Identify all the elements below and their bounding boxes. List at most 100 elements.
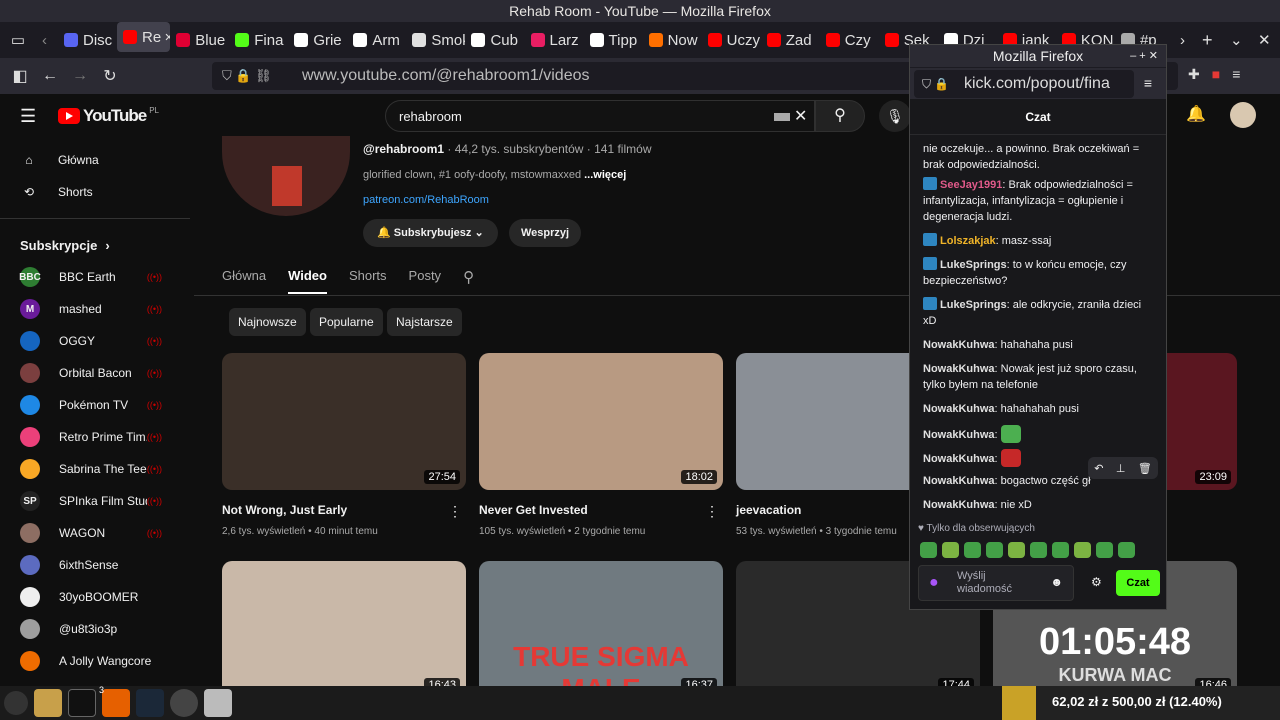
support-button[interactable]: Wesprzyj [509,219,582,247]
delete-icon[interactable]: 🗑 [1138,462,1152,475]
pin-icon[interactable]: ⊥ [1116,462,1126,475]
browser-tab[interactable]: Grie [288,22,347,58]
tab-videos[interactable]: Wideo [288,268,327,294]
browser-tab[interactable]: Zad [761,22,820,58]
emote-icon[interactable] [986,542,1003,558]
chat-message[interactable]: nie oczekuje... a powinno. Brak oczekiwa… [923,141,1153,173]
window-controls-icon[interactable]: – + ✕ [1130,45,1158,67]
video-title[interactable]: Never Get Invested [479,503,723,517]
sidebar-item-subscription[interactable]: 6ixthSense [0,549,190,581]
microphone-icon[interactable]: ● [929,574,939,592]
browser-tab[interactable]: Now [643,22,702,58]
youtube-logo[interactable]: YouTube PL [58,106,159,126]
chat-username[interactable]: NowakKuhwa [923,499,995,511]
clear-search-icon[interactable]: ✕ [794,106,807,126]
chip-oldest[interactable]: Najstarsze [387,308,462,336]
addon-icon[interactable]: ■ [1212,66,1220,83]
new-tab-icon[interactable]: + [1196,22,1224,58]
browser-tab[interactable]: Czy [820,22,879,58]
chat-username[interactable]: NowakKuhwa [923,363,995,375]
chat-message[interactable]: LukeSprings: ale odkrycie, zraniła dziec… [923,297,1153,329]
browser-tab[interactable]: Blue [170,22,229,58]
browser-tab[interactable]: Disc [58,22,117,58]
chat-message[interactable]: SeeJay1991: Brak odpowiedzialności = inf… [923,177,1153,225]
emote-icon[interactable] [942,542,959,558]
close-window-icon[interactable]: ✕ [1252,22,1280,58]
chat-message[interactable]: NowakKuhwa: Nowak jest już sporo czasu, … [923,361,1153,393]
channel-link[interactable]: patreon.com/RehabRoom [363,194,489,206]
emote-icon[interactable] [1096,542,1113,558]
video-card[interactable]: 18:02 Never Get Invested ⋮ 105 tys. wyświet… [479,353,723,537]
chat-message[interactable]: LukeSprings: to w końcu emocje, czy bezp… [923,257,1153,289]
emoji-icon[interactable]: ☻ [1050,575,1063,589]
sidebar-item-subscription[interactable]: @u8t3io3p [0,613,190,645]
chat-username[interactable]: NowakKuhwa [923,429,995,441]
calculator-icon[interactable] [204,689,232,717]
video-title[interactable]: Not Wrong, Just Early [222,503,466,517]
chat-message[interactable]: NowakKuhwa: [923,425,1153,443]
sidebar-item-subscription[interactable]: BBC BBC Earth ((•)) [0,261,190,293]
back-icon[interactable]: ← [35,67,65,85]
browser-tab[interactable]: Re ✕ [117,22,171,52]
chat-message[interactable]: NowakKuhwa: nie xD [923,497,1153,513]
sidebar-item-subscription[interactable]: Orbital Bacon ((•)) [0,357,190,389]
terminal-icon[interactable] [68,689,96,717]
voice-search-icon[interactable]: 🎙 [879,100,911,132]
chat-username[interactable]: LukeSprings [940,259,1007,271]
tab-shorts[interactable]: Shorts [349,268,387,294]
browser-tab[interactable]: Smoke [406,22,465,58]
chat-message[interactable]: NowakKuhwa: hahahaha pusi [923,337,1153,353]
browser-tab[interactable]: Fina [229,22,288,58]
keyboard-icon[interactable] [774,113,790,121]
video-card[interactable]: 27:54 Not Wrong, Just Early ⋮ 2,6 tys. wyśw… [222,353,466,537]
tab-home[interactable]: Główna [222,268,266,294]
reply-icon[interactable]: ↶ [1094,462,1103,475]
video-thumbnail[interactable]: TRUE SIGMA MALE16:37 [479,561,723,698]
search-button[interactable]: ⚲ [815,100,865,132]
popup-url-input[interactable]: ⛉ 🔒 kick.com/popout/fina [914,70,1134,98]
more-link[interactable]: ...więcej [584,169,626,181]
browser-tab[interactable]: Larz [525,22,584,58]
sidebar-item-shorts[interactable]: ⟲ Shorts [0,176,190,208]
subscriptions-header[interactable]: Subskrypcje › [0,229,190,261]
chat-message[interactable]: Lolszakjak: masz-ssaj [923,233,1153,249]
sidebar-item-subscription[interactable]: Sabrina The Tee...((•)) [0,453,190,485]
sidebar-item-subscription[interactable]: OGGY ((•)) [0,325,190,357]
browser-tab[interactable]: Uczy [702,22,761,58]
emote-icon[interactable] [1118,542,1135,558]
emote-icon[interactable] [1008,542,1025,558]
chip-popular[interactable]: Popularne [310,308,383,336]
chat-username[interactable]: NowakKuhwa [923,475,995,487]
file-manager-icon[interactable] [34,689,62,717]
search-input[interactable]: rehabroom ✕ [385,100,815,132]
emote-icon[interactable] [1030,542,1047,558]
subscribe-button[interactable]: 🔔 Subskrybujesz ⌄ [363,219,498,247]
sidebar-item-subscription[interactable]: SP SPInka Film Stud...((•)) [0,485,190,517]
chat-username[interactable]: NowakKuhwa [923,403,995,415]
menu-icon[interactable]: ☰ [20,106,36,127]
sidebar-item-subscription[interactable]: Mmashed ((•)) [0,293,190,325]
browser-tab[interactable]: Arm [347,22,406,58]
account-avatar[interactable] [1230,102,1256,128]
start-menu-icon[interactable] [4,691,28,715]
firefox-icon[interactable]: 3 [99,685,130,717]
reload-icon[interactable]: ↻ [95,66,125,86]
send-chat-button[interactable]: Czat [1116,570,1160,596]
steam-icon[interactable] [136,689,164,717]
video-thumbnail[interactable]: 27:54 [222,353,466,490]
emote-icon[interactable] [964,542,981,558]
forward-icon[interactable]: → [65,67,95,85]
chat-username[interactable]: LukeSprings [940,299,1007,311]
extensions-icon[interactable]: ✚ [1188,66,1200,83]
tabs-scroll-left-icon[interactable]: ‹ [36,22,58,58]
browser-tab[interactable]: Cub [465,22,524,58]
chat-username[interactable]: SeeJay1991 [940,179,1002,191]
sidebar-item-subscription[interactable]: Pokémon TV ((•)) [0,389,190,421]
video-menu-icon[interactable]: ⋮ [448,503,462,520]
browser-tab[interactable]: Tipp [584,22,643,58]
chat-input[interactable]: ● Wyślij wiadomość ☻ [918,565,1074,601]
emote-icon[interactable] [1052,542,1069,558]
chat-username[interactable]: Lolszakjak [940,235,996,247]
video-card[interactable]: 16:43 [222,561,466,698]
emote-icon[interactable] [920,542,937,558]
